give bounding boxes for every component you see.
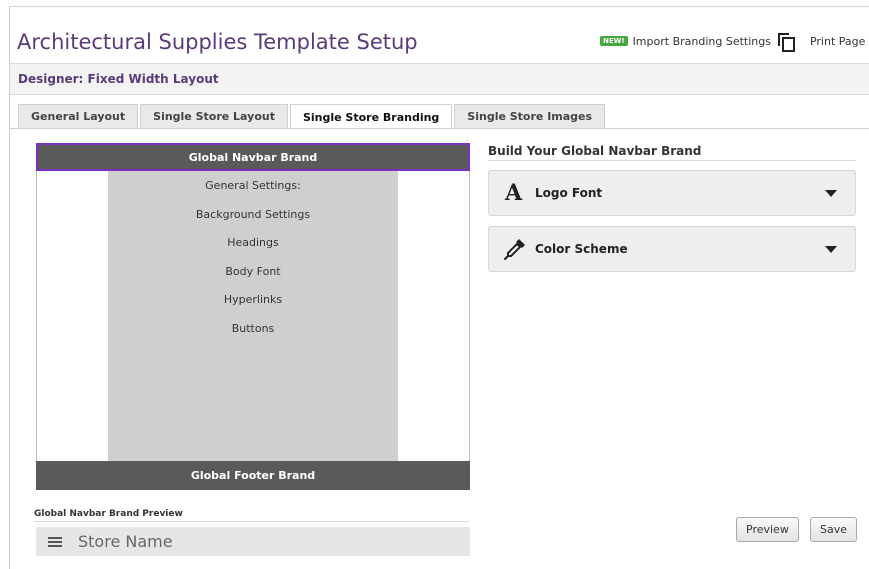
builder-divider <box>488 160 856 161</box>
designer-label: Designer: Fixed Width Layout <box>18 72 219 86</box>
preview-button[interactable]: Preview <box>736 517 799 542</box>
color-scheme-label: Color Scheme <box>535 242 628 256</box>
main-frame: Architectural Supplies Template Setup NE… <box>9 6 869 569</box>
settings-item-hyperlinks[interactable]: Hyperlinks <box>108 293 398 306</box>
eyedropper-icon <box>504 239 525 260</box>
navbar-preview-title: Global Navbar Brand Preview <box>34 509 183 519</box>
designer-bar: Designer: Fixed Width Layout <box>10 63 869 95</box>
hamburger-icon <box>48 536 62 547</box>
top-actions: NEW! Import Branding Settings Print Page <box>600 33 869 52</box>
settings-column: General Settings: Background Settings He… <box>108 171 398 461</box>
copy-icon[interactable] <box>777 33 795 52</box>
font-icon: A <box>505 180 523 206</box>
builder-title: Build Your Global Navbar Brand <box>488 144 702 158</box>
logo-font-accordion[interactable]: A Logo Font <box>488 170 856 216</box>
tab-divider <box>10 128 869 129</box>
global-navbar-brand[interactable]: Global Navbar Brand <box>36 143 470 171</box>
store-name: Store Name <box>78 532 173 551</box>
page-title: Architectural Supplies Template Setup <box>17 30 418 54</box>
tab-single-store-branding[interactable]: Single Store Branding <box>289 104 453 129</box>
tab-general-layout[interactable]: General Layout <box>18 104 139 128</box>
tab-single-store-images[interactable]: Single Store Images <box>454 104 606 128</box>
save-button[interactable]: Save <box>810 517 858 542</box>
settings-item-background[interactable]: Background Settings <box>108 208 398 221</box>
settings-item-body-font[interactable]: Body Font <box>108 265 398 278</box>
caret-down-icon <box>825 190 837 197</box>
caret-down-icon <box>825 246 837 253</box>
tab-single-store-layout[interactable]: Single Store Layout <box>140 104 288 128</box>
global-footer-brand[interactable]: Global Footer Brand <box>36 461 470 490</box>
settings-item-general[interactable]: General Settings: <box>108 179 398 192</box>
print-page-link[interactable]: Print Page <box>810 35 865 48</box>
store-navbar-preview: Store Name <box>36 527 470 556</box>
settings-item-headings[interactable]: Headings <box>108 236 398 249</box>
tab-bar: General Layout Single Store Layout Singl… <box>18 104 607 129</box>
import-branding-link[interactable]: Import Branding Settings <box>633 35 771 48</box>
new-badge: NEW! <box>600 36 628 46</box>
preview-divider <box>34 521 470 522</box>
settings-item-buttons[interactable]: Buttons <box>108 322 398 335</box>
logo-font-label: Logo Font <box>535 186 603 200</box>
color-scheme-accordion[interactable]: Color Scheme <box>488 226 856 272</box>
